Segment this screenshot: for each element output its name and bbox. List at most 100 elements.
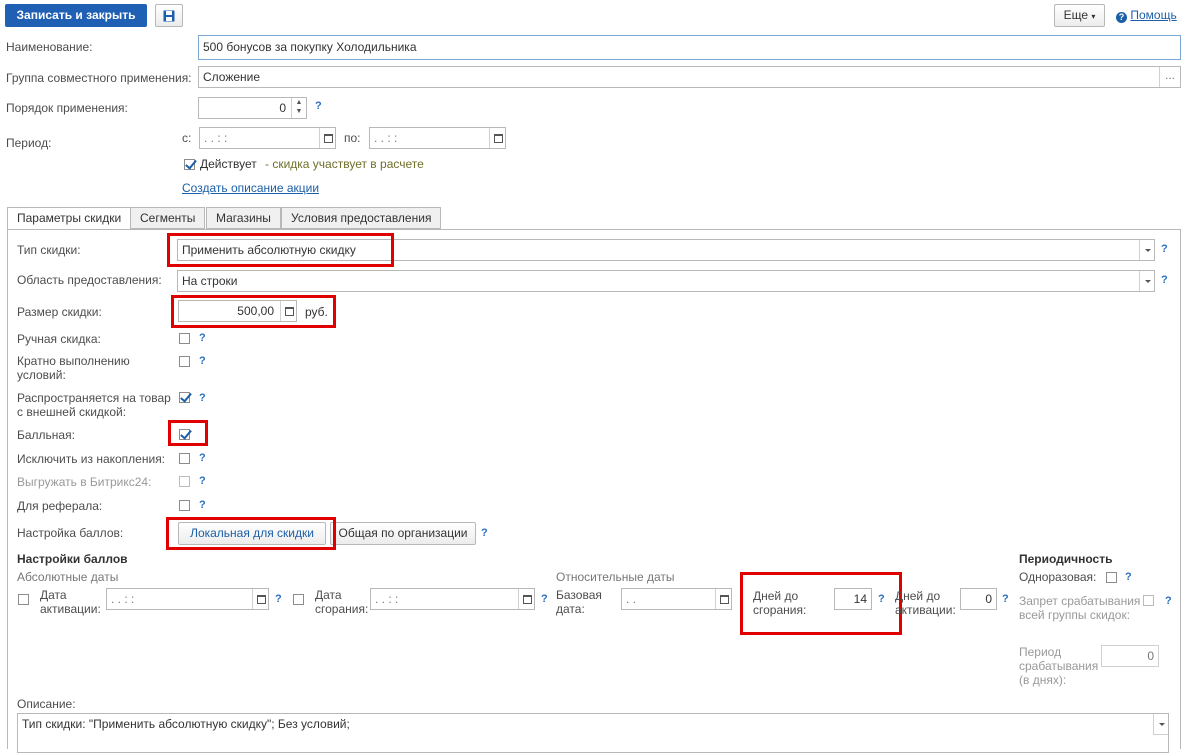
description-textarea[interactable]: Тип скидки: "Применить абсолютную скидку… <box>17 713 1169 753</box>
order-label: Порядок применения: <box>6 101 128 115</box>
highlight-points <box>168 420 208 446</box>
referral-help-icon[interactable]: ? <box>199 499 206 511</box>
active-label: Действует <box>200 157 257 171</box>
save-close-button[interactable]: Записать и закрыть <box>5 4 147 27</box>
description-label: Описание: <box>17 697 76 711</box>
period-label: Период: <box>6 136 52 150</box>
abs-dates-label: Абсолютные даты <box>17 570 119 584</box>
more-button[interactable]: Еще ▾ <box>1054 4 1105 27</box>
points-setting-label: Настройка баллов: <box>17 526 124 540</box>
save-icon[interactable] <box>155 4 183 27</box>
area-select[interactable]: На строки <box>177 270 1155 292</box>
calendar-icon[interactable] <box>518 589 534 609</box>
bitrix-help-icon[interactable]: ? <box>199 475 206 487</box>
activation-date-value: . . : : <box>111 592 135 606</box>
days-activation-label: Дней до активации: <box>895 589 956 617</box>
spinner-icon[interactable]: ▲ ▼ <box>291 98 306 118</box>
multiple-help-icon[interactable]: ? <box>199 355 206 367</box>
size-label: Размер скидки: <box>17 305 102 319</box>
date-from-input[interactable]: . . : : <box>199 127 336 149</box>
tab-shops[interactable]: Магазины <box>206 207 281 229</box>
base-date-value: . . <box>626 592 637 606</box>
select-more-icon[interactable]: ... <box>1159 67 1180 87</box>
ban-group-label: Запрет срабатывания всей группы скидок: <box>1019 594 1141 622</box>
group-value: Сложение <box>203 70 261 84</box>
activation-label: Дата активации: <box>40 588 101 616</box>
help-icon: ? <box>1116 12 1127 23</box>
tab-conditions[interactable]: Условия предоставления <box>281 207 442 229</box>
date-from-value: . . : : <box>204 131 228 145</box>
to-label: по: <box>344 131 361 145</box>
external-help-icon[interactable]: ? <box>199 392 206 404</box>
activation-checkbox[interactable] <box>18 594 29 605</box>
points-header: Настройки баллов <box>17 552 128 566</box>
periodicity-header: Периодичность <box>1019 552 1113 566</box>
help-link[interactable]: ? Помощь <box>1116 8 1177 23</box>
more-label: Еще <box>1063 8 1089 22</box>
days-activation-help-icon[interactable]: ? <box>1002 593 1009 605</box>
manual-help-icon[interactable]: ? <box>199 332 206 344</box>
tab-segments[interactable]: Сегменты <box>130 207 206 229</box>
chevron-down-icon[interactable] <box>1153 714 1168 735</box>
bitrix-label: Выгружать в Битрикс24: <box>17 475 152 489</box>
period-days-label: Период срабатывания (в днях): <box>1019 645 1099 687</box>
create-description-link[interactable]: Создать описание акции <box>182 181 319 195</box>
highlight-days-burn <box>740 572 902 635</box>
chevron-down-icon: ▾ <box>1091 12 1096 21</box>
group-input[interactable]: Сложение ... <box>198 66 1181 88</box>
points-setting-help-icon[interactable]: ? <box>481 527 488 539</box>
order-help-icon[interactable]: ? <box>315 100 322 112</box>
external-label: Распространяется на товар с внешней скид… <box>17 391 171 419</box>
calendar-icon[interactable] <box>489 128 505 148</box>
external-checkbox[interactable] <box>179 392 190 403</box>
area-help-icon[interactable]: ? <box>1161 274 1168 286</box>
chevron-down-icon[interactable] <box>1139 271 1154 291</box>
common-points-button[interactable]: Общая по организации <box>330 522 476 545</box>
calendar-icon[interactable] <box>715 589 731 609</box>
activation-help-icon[interactable]: ? <box>275 593 282 605</box>
one-time-label: Одноразовая: <box>1019 570 1097 584</box>
days-activation-input[interactable]: 0 <box>960 588 997 610</box>
type-label: Тип скидки: <box>17 243 81 257</box>
exclude-help-icon[interactable]: ? <box>199 452 206 464</box>
burn-date-input[interactable]: . . : : <box>370 588 535 610</box>
ban-group-checkbox[interactable] <box>1143 595 1154 606</box>
base-date-label: Базовая дата: <box>556 588 602 616</box>
calendar-icon[interactable] <box>319 128 335 148</box>
description-value: Тип скидки: "Применить абсолютную скидку… <box>22 717 350 731</box>
base-date-input[interactable]: . . <box>621 588 732 610</box>
burn-label: Дата сгорания: <box>315 588 369 616</box>
highlight-size <box>171 295 336 328</box>
highlight-type <box>167 233 394 267</box>
active-checkbox[interactable] <box>184 159 195 170</box>
manual-label: Ручная скидка: <box>17 332 101 346</box>
highlight-local <box>166 517 336 550</box>
area-value: На строки <box>182 274 238 288</box>
type-help-icon[interactable]: ? <box>1161 243 1168 255</box>
one-time-checkbox[interactable] <box>1106 572 1117 583</box>
name-label: Наименование: <box>6 40 93 54</box>
order-value: 0 <box>279 101 286 115</box>
bitrix-checkbox[interactable] <box>179 476 190 487</box>
multiple-checkbox[interactable] <box>179 356 190 367</box>
manual-checkbox[interactable] <box>179 333 190 344</box>
period-days-input[interactable]: 0 <box>1101 645 1159 667</box>
calendar-icon[interactable] <box>252 589 268 609</box>
date-to-input[interactable]: . . : : <box>369 127 506 149</box>
exclude-label: Исключить из накопления: <box>17 452 166 466</box>
burn-checkbox[interactable] <box>293 594 304 605</box>
referral-checkbox[interactable] <box>179 500 190 511</box>
tab-discount-params[interactable]: Параметры скидки <box>7 207 132 230</box>
exclude-checkbox[interactable] <box>179 453 190 464</box>
points-label: Балльная: <box>17 428 75 442</box>
burn-help-icon[interactable]: ? <box>541 593 548 605</box>
multiple-label: Кратно выполнению условий: <box>17 354 130 382</box>
one-time-help-icon[interactable]: ? <box>1125 571 1132 583</box>
group-label: Группа совместного применения: <box>6 71 192 85</box>
ban-group-help-icon[interactable]: ? <box>1165 595 1172 607</box>
date-to-value: . . : : <box>374 131 398 145</box>
chevron-down-icon[interactable] <box>1139 240 1154 260</box>
name-input[interactable]: 500 бонусов за покупку Холодильника <box>198 35 1181 60</box>
activation-date-input[interactable]: . . : : <box>106 588 269 610</box>
order-input[interactable]: 0 ▲ ▼ <box>198 97 307 119</box>
